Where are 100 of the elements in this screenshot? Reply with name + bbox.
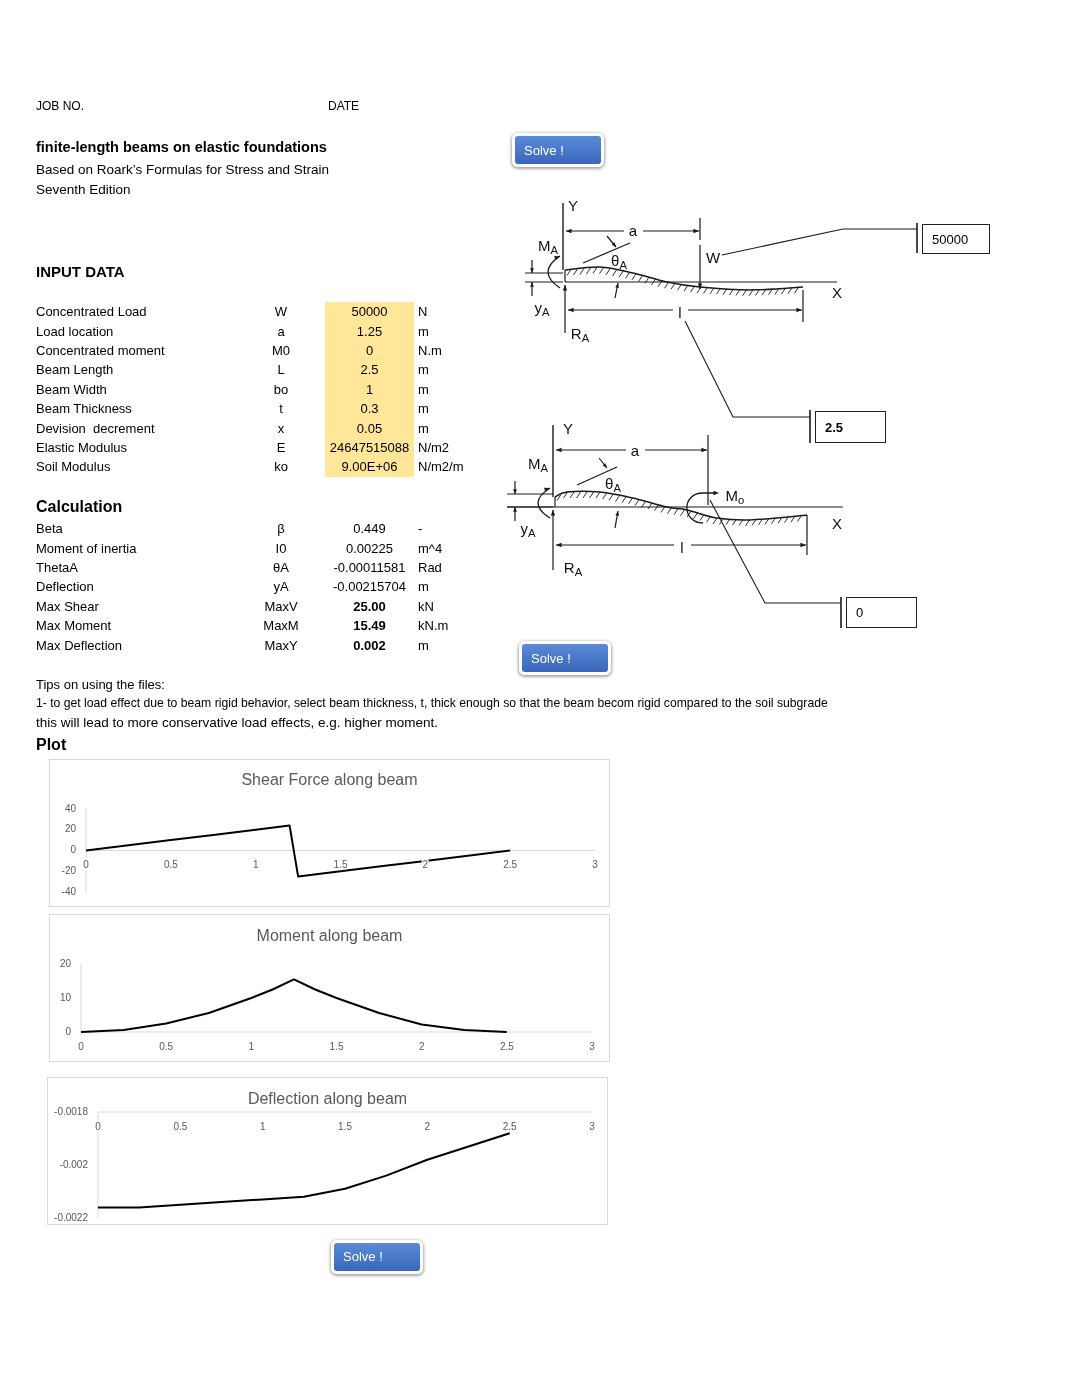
input-value-field[interactable]: 0.05 [325, 418, 414, 439]
input-value-field[interactable]: 24647515088 [325, 438, 414, 458]
value-callout: 2.5 [815, 411, 886, 443]
input-value-field[interactable]: 0 [325, 341, 414, 361]
parameter-label: Devision decrement [36, 419, 156, 438]
unit-label: kN.m [417, 617, 450, 636]
tick-label: -0.002 [59, 1158, 88, 1170]
input-value-field[interactable]: 1.25 [325, 321, 414, 342]
axis-label: X [832, 284, 842, 300]
tick-label: -0.0022 [54, 1211, 88, 1223]
input-value-field[interactable]: 1 [325, 379, 414, 400]
reaction-label: R$_{A}$ [563, 559, 583, 575]
unit-label: m [417, 419, 430, 438]
tick-label: 2.5 [503, 858, 518, 870]
tick-label: -40 [61, 885, 76, 897]
moment-arrow [686, 490, 719, 524]
parameter-label: ThetaA [36, 559, 79, 577]
symbol-label: E [275, 439, 287, 458]
subtitle-line: Seventh Edition [36, 181, 132, 199]
calculated-value: 0.00225 [345, 539, 394, 558]
unit-label: - [417, 520, 424, 539]
unit-label: m^4 [417, 539, 444, 558]
symbol-label: MaxY [263, 636, 299, 655]
unit-label: m [417, 380, 430, 399]
tick-label: 20 [59, 957, 71, 969]
tick-label: 1.5 [329, 1040, 344, 1052]
symbol-label: yA [272, 578, 290, 597]
section-heading: INPUT DATA [36, 262, 126, 282]
parameter-label: Elastic Modulus [36, 439, 129, 458]
tick-label: 1 [259, 1120, 266, 1132]
symbol-label: x [276, 419, 286, 438]
unit-label: N [417, 303, 429, 322]
tick-label: 10 [59, 991, 71, 1003]
parameter-label: Concentrated moment [36, 342, 166, 361]
symbol-label: MaxV [263, 597, 299, 616]
tick-label: 1 [248, 1040, 255, 1052]
tick-label: 2.5 [502, 1120, 517, 1132]
tick-label: 0 [65, 1025, 71, 1037]
tick-label: -20 [61, 864, 76, 876]
symbol-label: a [276, 322, 286, 341]
unit-label: m [417, 361, 430, 380]
angle-label: θ$_{A}$ [611, 252, 627, 268]
offset-dimension [524, 259, 564, 297]
input-value-field[interactable]: 0.3 [325, 399, 414, 419]
unit-label: Rad [417, 559, 443, 577]
slope-arrow [614, 282, 619, 299]
reaction-label: R$_{A}$ [570, 325, 590, 341]
input-value-field[interactable]: 50000 [325, 302, 414, 322]
symbol-label: t [278, 400, 284, 419]
tick-label: 0 [95, 1120, 101, 1132]
offset-dimension [506, 480, 554, 522]
axis-label: X [832, 515, 842, 531]
symbol-label: L [276, 361, 286, 380]
calculated-value: 25.00 [352, 597, 387, 616]
date-label: DATE [328, 98, 360, 114]
axis-label: Y [568, 197, 578, 213]
document-title: finite-length beams on elastic foundations [36, 138, 328, 157]
solve-button[interactable]: Solve ! [519, 641, 611, 675]
parameter-label: Concentrated Load [36, 303, 148, 322]
tips-heading: Tips on using the files: [36, 676, 166, 694]
symbol-label: θA [272, 559, 290, 577]
dimension-label: l [678, 304, 682, 320]
symbol-label: I0 [274, 539, 288, 558]
tick-label: 0.5 [173, 1120, 188, 1132]
y-axis-line [562, 202, 564, 271]
parameter-label: Beta [36, 520, 64, 539]
parameter-label: Moment of inertia [36, 539, 138, 558]
symbol-label: W [273, 303, 289, 322]
parameter-label: Load location [36, 322, 115, 341]
value-callout: 50000 [922, 224, 990, 254]
parameter-label: Max Moment [36, 617, 113, 636]
parameter-label: Beam Width [36, 380, 108, 399]
job-number-label: JOB NO. [36, 98, 85, 114]
tip-text: 1- to get load effect due to beam rigid behavior, select beam thickness, t, thick enough so that the beam becom rigid compared to the soil subgrade [36, 695, 829, 712]
tick-label: 3 [589, 1040, 595, 1052]
symbol-label: β [276, 520, 286, 539]
tip-text: this will lead to more conservative load effects, e.g. higher moment. [36, 714, 439, 732]
deflection-label: y$_{A}$ [534, 299, 550, 315]
input-value-field[interactable]: 2.5 [325, 360, 414, 380]
parameter-label: Deflection [36, 578, 95, 597]
tick-label: 2 [422, 858, 429, 870]
dimension-label: l [680, 539, 684, 555]
calculated-value: -0.00215704 [332, 578, 407, 597]
subtitle-line: Based on Roark’s Formulas for Stress and Strain [36, 161, 331, 179]
solve-button[interactable]: Solve ! [512, 133, 604, 167]
input-value-field[interactable]: 9.00E+06 [325, 457, 414, 477]
parameter-label: Beam Length [36, 361, 115, 380]
unit-label: m [417, 636, 430, 655]
tick-label: 0.5 [159, 1040, 174, 1052]
tick-label: 1 [252, 858, 259, 870]
chart-title: Moment along beam [256, 926, 403, 944]
tick-label: 0.5 [163, 858, 178, 870]
value-callout: 0 [846, 597, 917, 628]
tick-label: 2 [424, 1120, 431, 1132]
tick-label: 3 [589, 1120, 595, 1132]
tick-label: -0.0018 [54, 1105, 88, 1117]
unit-label: N.m [417, 342, 443, 361]
tick-label: 20 [64, 822, 76, 834]
moment-arrow [537, 487, 551, 519]
parameter-label: Max Deflection [36, 636, 123, 655]
